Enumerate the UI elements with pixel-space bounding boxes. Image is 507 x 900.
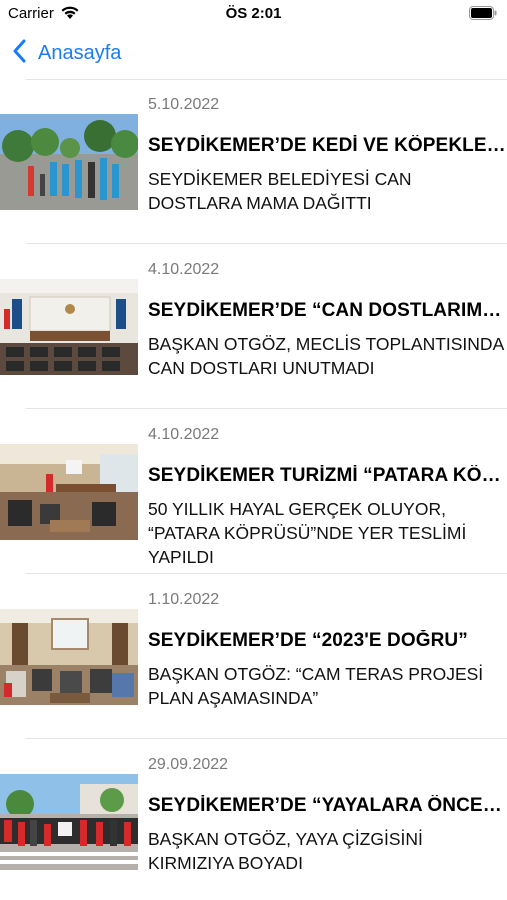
news-thumbnail [0,114,138,210]
news-title: SEYDİKEMER’DE “YAYALARA ÖNCELİK” [148,795,506,816]
news-title: SEYDİKEMER’DE “CAN DOSTLARIMIZ” [148,300,506,321]
status-bar: Carrier ÖS 2:01 [0,0,507,28]
news-date: 1.10.2022 [148,591,220,608]
battery-icon [469,6,497,20]
news-item[interactable]: 1.10.2022 SEYDİKEMER’DE “2023'E DOĞRU” B… [0,574,507,739]
news-title: SEYDİKEMER’DE “2023'E DOĞRU” [148,630,468,651]
news-thumbnail [0,609,138,705]
news-item[interactable]: 5.10.2022 SEYDİKEMER’DE KEDİ VE KÖPEKLER… [0,79,507,244]
back-button-label: Anasayfa [38,41,122,64]
news-date: 4.10.2022 [148,426,220,443]
news-date: 29.09.2022 [148,756,229,773]
news-summary: 50 YILLIK HAYAL GERÇEK OLUYOR, “PATARA K… [148,499,467,567]
news-summary: BAŞKAN OTGÖZ: “CAM TERAS PROJESİ PLAN AŞ… [148,664,484,708]
news-thumbnail [0,279,138,375]
back-button[interactable]: Anasayfa [12,38,121,68]
news-summary: BAŞKAN OTGÖZ, MECLİS TOPLANTISINDA CAN D… [148,334,504,378]
news-thumbnail [0,444,138,540]
news-summary: SEYDİKEMER BELEDİYESİ CAN DOSTLARA MAMA … [148,169,412,213]
news-title: SEYDİKEMER TURİZMİ “PATARA KÖPRÜSÜ” [148,465,506,486]
chevron-left-icon [12,39,26,68]
news-item[interactable]: 4.10.2022 SEYDİKEMER’DE “CAN DOSTLARIMIZ… [0,244,507,409]
news-title: SEYDİKEMER’DE KEDİ VE KÖPEKLERE [148,135,506,156]
news-item[interactable]: 4.10.2022 SEYDİKEMER TURİZMİ “PATARA KÖP… [0,409,507,574]
news-date: 4.10.2022 [148,261,220,278]
news-date: 5.10.2022 [148,96,220,113]
navigation-bar: Anasayfa [0,28,507,78]
news-summary: BAŞKAN OTGÖZ, YAYA ÇİZGİSİNİ KIRMIZIYA B… [148,829,423,873]
news-item[interactable]: 29.09.2022 SEYDİKEMER’DE “YAYALARA ÖNCEL… [0,739,507,900]
clock: ÖS 2:01 [225,5,282,22]
news-thumbnail [0,774,138,870]
